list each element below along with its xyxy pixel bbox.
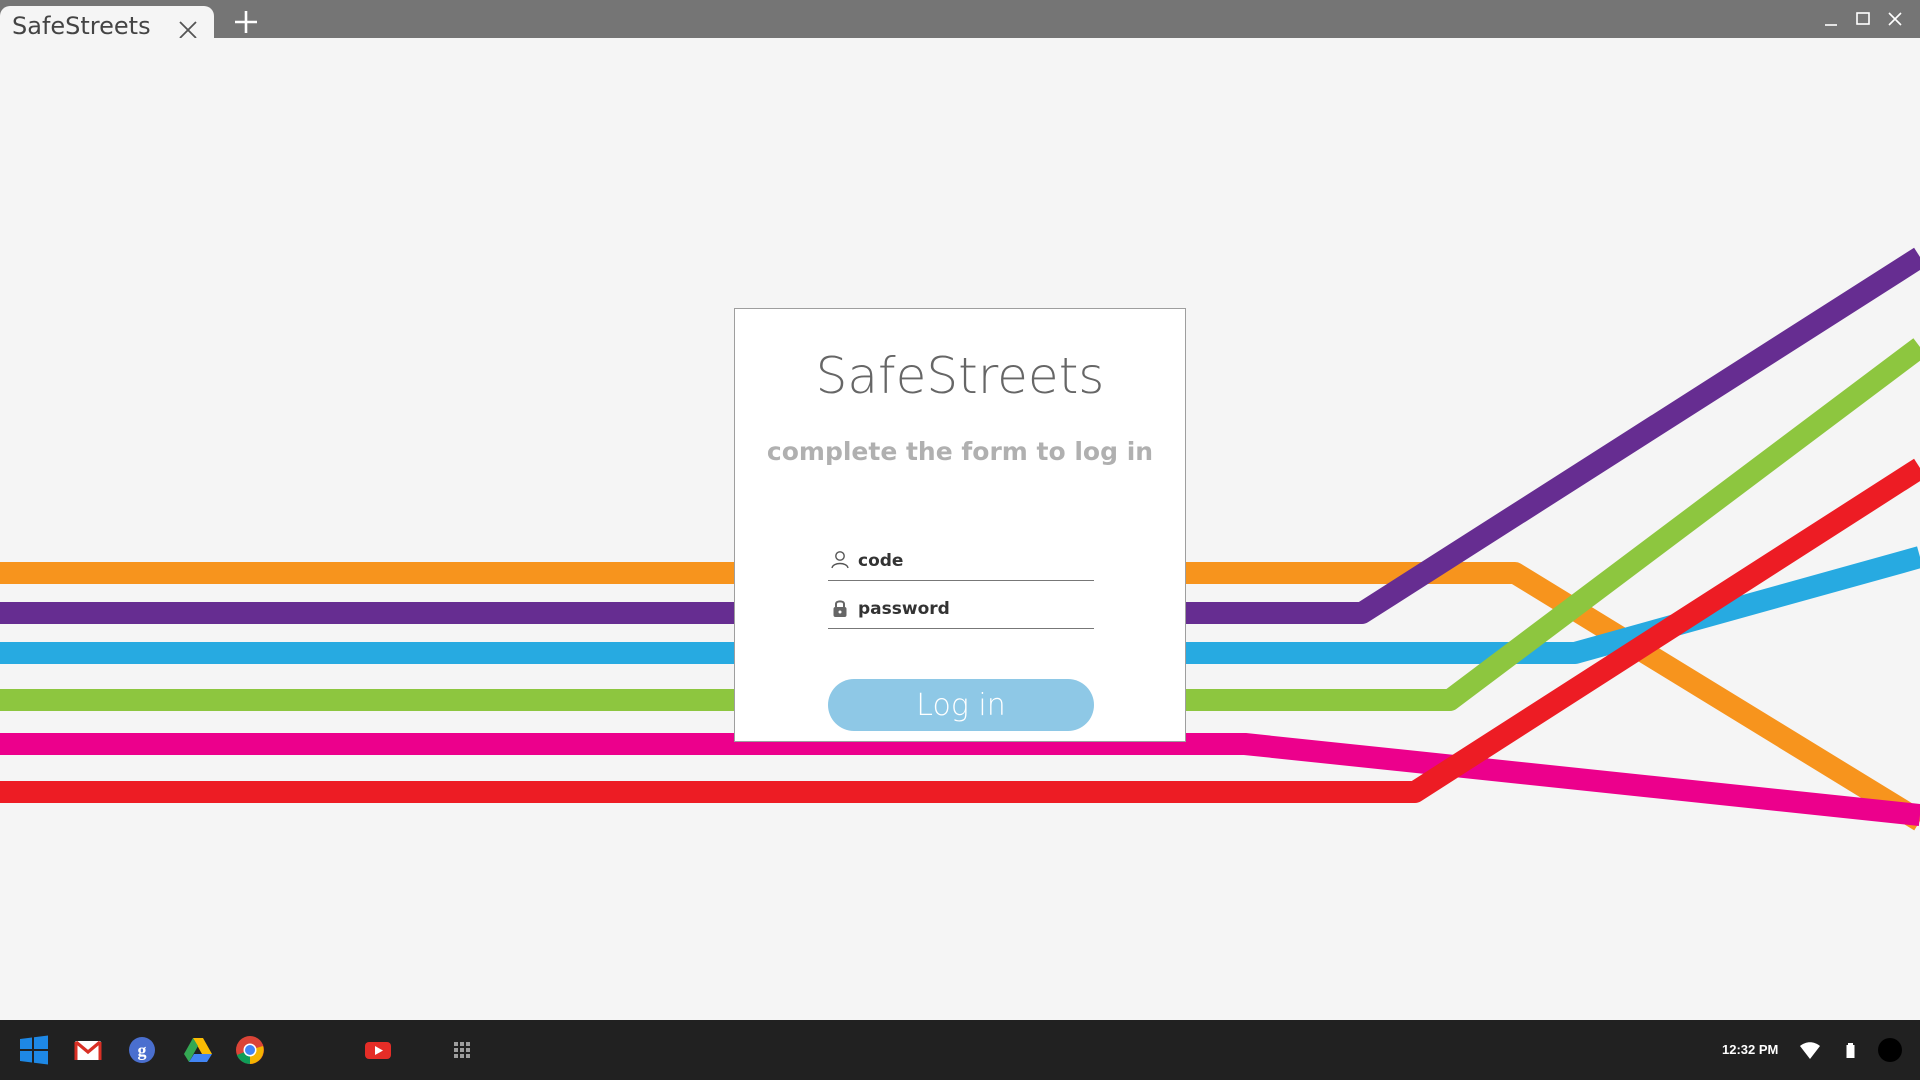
tab-title: SafeStreets [12,12,151,40]
minimize-icon[interactable] [1820,8,1842,30]
login-card: SafeStreets complete the form to log in … [734,308,1186,742]
clock: 12:32 PM [1722,1042,1779,1057]
password-input[interactable] [858,595,1088,623]
password-field [828,591,1094,629]
account-icon[interactable] [1874,1034,1906,1066]
lock-icon [833,600,847,617]
page-content: SafeStreets complete the form to log in … [0,38,1920,1020]
login-button[interactable]: Log in [828,679,1094,731]
user-icon [831,551,849,569]
app-launcher-icon[interactable] [446,1034,478,1066]
code-field [828,543,1094,581]
wifi-icon[interactable] [1794,1034,1826,1066]
page-title: SafeStreets [815,347,1105,405]
drive-icon[interactable] [182,1034,214,1066]
close-window-icon[interactable] [1884,8,1906,30]
battery-icon[interactable] [1834,1034,1866,1066]
youtube-icon[interactable] [362,1034,394,1066]
line-magenta [0,733,1920,826]
svg-text:g: g [138,1040,147,1060]
code-input[interactable] [858,547,1088,575]
gmail-icon[interactable] [72,1034,104,1066]
login-subtitle: complete the form to log in [766,437,1154,466]
maximize-icon[interactable] [1852,8,1874,30]
taskbar: g 12:32 PM [0,1020,1920,1080]
browser-titlebar: SafeStreets [0,0,1920,40]
browser-tab[interactable]: SafeStreets [0,6,214,40]
google-icon[interactable]: g [126,1034,158,1066]
plus-icon[interactable] [232,8,260,36]
chrome-icon[interactable] [234,1034,266,1066]
windows-icon[interactable] [18,1034,50,1066]
